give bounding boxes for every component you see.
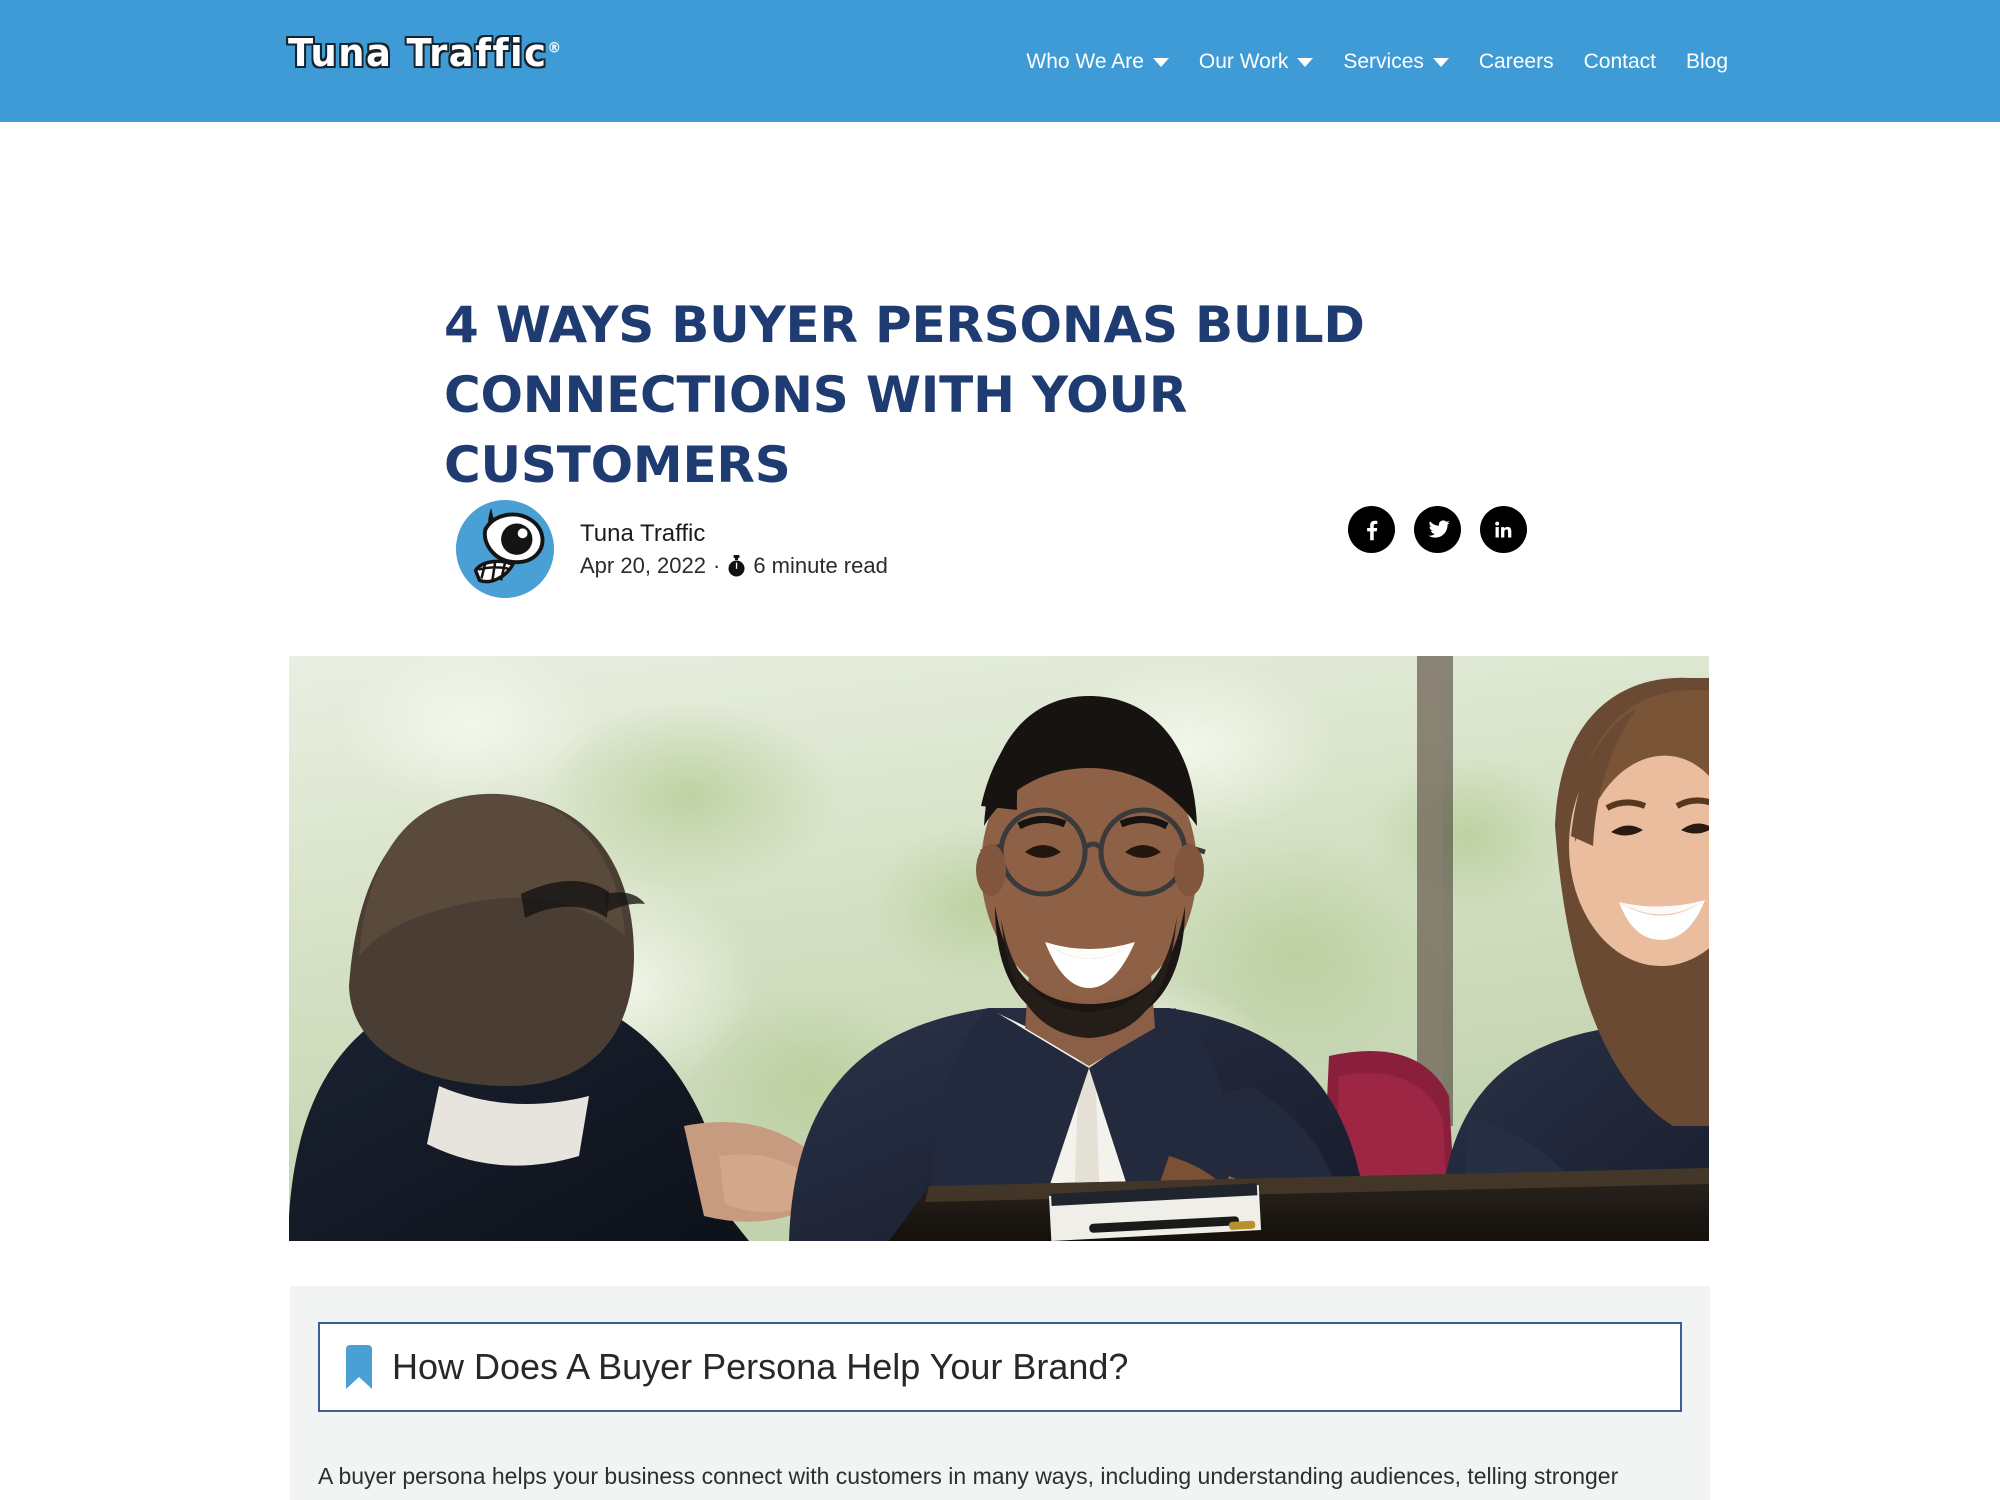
toc-heading: How Does A Buyer Persona Help Your Brand… [392, 1346, 1129, 1387]
nav-label: Contact [1583, 49, 1656, 73]
author-name: Tuna Traffic [580, 519, 706, 547]
nav-item-our-work[interactable]: Our Work [1184, 51, 1328, 72]
nav-label: Careers [1478, 49, 1554, 73]
main-navigation: Who We Are Our Work Services Careers Con… [1011, 0, 1728, 122]
nav-label: Services [1343, 49, 1424, 73]
nav-item-services[interactable]: Services [1328, 51, 1464, 72]
chevron-down-icon [1152, 58, 1169, 67]
share-twitter-button[interactable] [1414, 506, 1461, 553]
nav-item-blog[interactable]: Blog [1671, 51, 1728, 72]
stopwatch-icon [728, 554, 745, 576]
meta-separator: · [712, 552, 721, 578]
avatar [456, 500, 554, 598]
chevron-down-icon [1432, 58, 1449, 67]
content-card: How Does A Buyer Persona Help Your Brand… [290, 1286, 1710, 1500]
nav-item-contact[interactable]: Contact [1569, 51, 1671, 72]
facebook-icon [1366, 520, 1377, 540]
linkedin-icon [1494, 521, 1511, 537]
twitter-icon [1428, 519, 1450, 538]
byline-text: Tuna Traffic Apr 20, 2022 · 6 minute rea… [580, 519, 888, 578]
tuna-traffic-fish-avatar-icon [456, 500, 554, 598]
nav-label: Blog [1685, 49, 1728, 73]
toc-question-box[interactable]: How Does A Buyer Persona Help Your Brand… [318, 1322, 1682, 1412]
nav-item-careers[interactable]: Careers [1464, 51, 1569, 72]
read-time: 6 minute read [753, 552, 888, 578]
byline: Tuna Traffic Apr 20, 2022 · 6 minute rea… [456, 500, 888, 598]
logo-text: Tuna Traffic [288, 31, 548, 75]
nav-label: Who We Are [1026, 49, 1144, 73]
site-header: Tuna Traffic® Who We Are Our Work Servic… [0, 0, 2000, 122]
card-paragraph: A buyer persona helps your business conn… [318, 1463, 1619, 1489]
page-title: 4 Ways Buyer Personas Build Connections … [444, 296, 1365, 494]
hero-image [289, 656, 1709, 1241]
nav-item-who-we-are[interactable]: Who We Are [1011, 51, 1184, 72]
nav-label: Our Work [1198, 49, 1289, 73]
share-linkedin-button[interactable] [1480, 506, 1527, 553]
share-facebook-button[interactable] [1348, 506, 1395, 553]
bookmark-icon [346, 1345, 372, 1389]
logo-registered-mark: ® [547, 40, 562, 57]
publish-date: Apr 20, 2022 [580, 552, 706, 578]
social-share-bar [1348, 506, 1527, 553]
chevron-down-icon [1297, 58, 1314, 67]
site-logo[interactable]: Tuna Traffic® [288, 34, 561, 72]
post-meta: Apr 20, 2022 · 6 minute read [580, 552, 888, 578]
hero-photo [289, 656, 1709, 1241]
